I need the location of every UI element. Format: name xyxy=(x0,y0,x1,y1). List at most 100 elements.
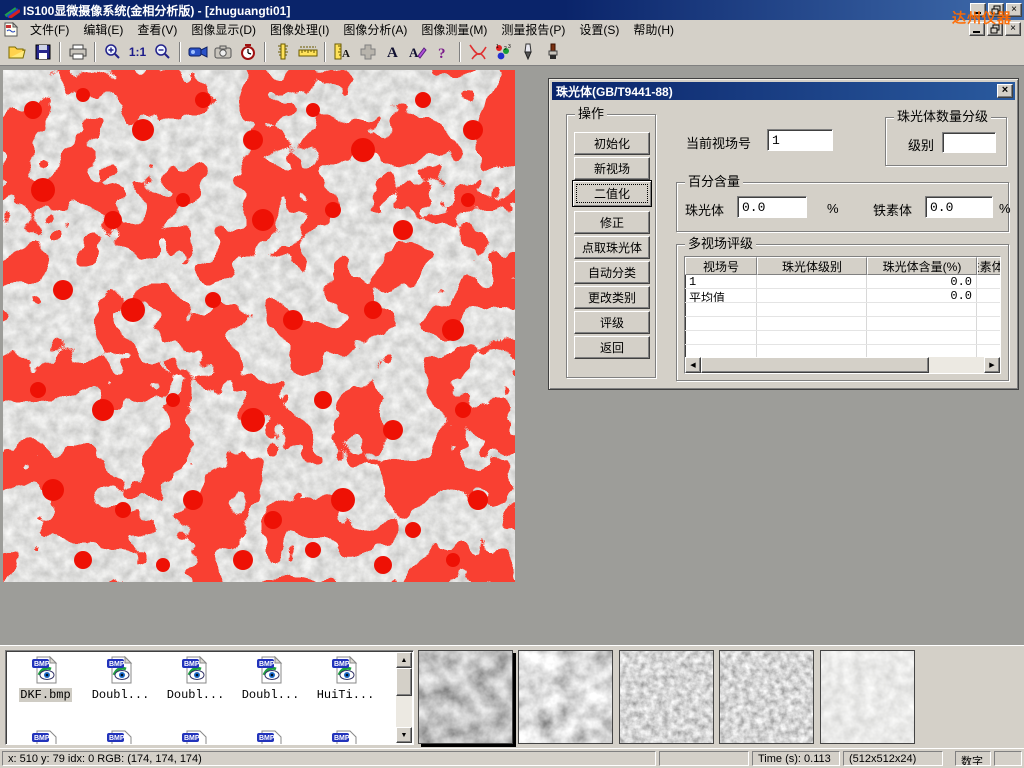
file-item[interactable]: BMP xyxy=(158,727,233,745)
measure-text-button[interactable]: A xyxy=(330,40,355,63)
pen-button[interactable] xyxy=(515,40,540,63)
title-bar: IS100显微摄像系统(金相分析版) - [zhuguangti01] × xyxy=(0,0,1024,20)
dialog-close-button[interactable]: × xyxy=(997,84,1013,98)
micrograph-image[interactable] xyxy=(3,70,515,582)
print-button[interactable] xyxy=(65,40,90,63)
thumbnail-1[interactable] xyxy=(418,650,513,744)
text-a-icon: A xyxy=(386,44,400,59)
dialog-title-bar[interactable]: 珠光体(GB/T9441-88) × xyxy=(552,82,1015,100)
menu-settings[interactable]: 设置(S) xyxy=(572,20,626,39)
scrollbar-track[interactable] xyxy=(929,357,984,373)
file-item[interactable]: BMP Doubl... xyxy=(158,653,233,703)
curve-tool-button[interactable] xyxy=(465,40,490,63)
current-field-input[interactable] xyxy=(767,129,833,151)
bmp-file-icon: BMP xyxy=(331,729,361,745)
init-button[interactable]: 初始化 xyxy=(574,132,650,155)
menu-view[interactable]: 查看(V) xyxy=(130,20,184,39)
bmp-file-icon: BMP xyxy=(31,655,61,685)
table-row[interactable] xyxy=(685,303,1000,317)
thumbnail-2[interactable] xyxy=(518,650,613,744)
table-row[interactable]: 平均值 0.0 xyxy=(685,289,1000,303)
scrollbar-thumb[interactable] xyxy=(396,668,412,696)
video-capture-button[interactable] xyxy=(185,40,210,63)
help-button[interactable]: ? xyxy=(430,40,455,63)
grade-button[interactable]: 评级 xyxy=(574,311,650,334)
binarize-button[interactable]: 二值化 xyxy=(572,180,652,207)
menu-measure-report[interactable]: 测量报告(P) xyxy=(494,20,572,39)
table-horizontal-scrollbar[interactable]: ◀ ▶ xyxy=(685,357,1000,373)
table-row[interactable]: 1 0.0 xyxy=(685,275,1000,289)
file-name[interactable]: DKF.bmp xyxy=(19,688,71,702)
operation-group-label: 操作 xyxy=(575,107,607,121)
text-button[interactable]: A xyxy=(380,40,405,63)
table-row[interactable] xyxy=(685,317,1000,331)
ruler-icon xyxy=(298,46,318,58)
cell xyxy=(757,303,867,316)
level-input[interactable] xyxy=(942,132,996,153)
zoom-out-button[interactable] xyxy=(150,40,175,63)
ferrite-percent-input[interactable] xyxy=(925,196,993,218)
col-ferrite-content[interactable]: 铁素体含量(%) xyxy=(977,257,1001,275)
thumbnail-5[interactable] xyxy=(820,650,915,744)
correct-button[interactable]: 修正 xyxy=(574,211,650,234)
toolbar-separator xyxy=(324,42,326,62)
grading-table[interactable]: 视场号 珠光体级别 珠光体含量(%) 铁素体含量(%) 1 0.0 平均值 0.… xyxy=(684,256,1001,374)
auto-classify-button[interactable]: 自动分类 xyxy=(574,261,650,284)
scroll-left-button[interactable]: ◀ xyxy=(685,357,701,373)
menu-edit[interactable]: 编辑(E) xyxy=(76,20,130,39)
file-list-scrollbar[interactable]: ▲ ▼ xyxy=(396,652,412,743)
file-name[interactable]: Doubl... xyxy=(241,688,301,702)
bmp-file-icon: BMP xyxy=(181,729,211,745)
file-item[interactable]: BMP Doubl... xyxy=(83,653,158,703)
change-class-button[interactable]: 更改类别 xyxy=(574,286,650,309)
file-name[interactable]: Doubl... xyxy=(166,688,226,702)
brush-button[interactable] xyxy=(540,40,565,63)
cell: 0.0 xyxy=(867,289,977,302)
caliper-button[interactable] xyxy=(270,40,295,63)
annotate-edit-button[interactable]: A xyxy=(405,40,430,63)
file-item[interactable]: BMP Doubl... xyxy=(233,653,308,703)
col-pearlite-level[interactable]: 珠光体级别 xyxy=(757,257,867,275)
new-field-button[interactable]: 新视场 xyxy=(574,157,650,180)
file-item[interactable]: BMP xyxy=(83,727,158,745)
timer-button[interactable] xyxy=(235,40,260,63)
menu-image-measure[interactable]: 图像测量(M) xyxy=(414,20,494,39)
scroll-down-button[interactable]: ▼ xyxy=(396,727,412,743)
save-button[interactable] xyxy=(30,40,55,63)
grading-group: 珠光体数量分级 级别 xyxy=(885,117,1007,166)
table-row[interactable] xyxy=(685,331,1000,345)
col-pearlite-content[interactable]: 珠光体含量(%) xyxy=(867,257,977,275)
cell xyxy=(867,303,977,316)
pearlite-percent-input[interactable] xyxy=(737,196,807,218)
file-item[interactable]: BMP HuiTi... xyxy=(308,653,383,703)
pick-pearlite-button[interactable]: 点取珠光体 xyxy=(574,236,650,259)
menu-file[interactable]: 文件(F) xyxy=(23,20,76,39)
thumbnail-3[interactable] xyxy=(619,650,714,744)
return-button[interactable]: 返回 xyxy=(574,336,650,359)
pattern-cross-button[interactable] xyxy=(355,40,380,63)
file-name[interactable]: HuiTi... xyxy=(316,688,376,702)
file-item[interactable]: BMP xyxy=(8,727,83,745)
file-name[interactable]: Doubl... xyxy=(91,688,151,702)
count-points-button[interactable]: 123 xyxy=(490,40,515,63)
menu-help[interactable]: 帮助(H) xyxy=(626,20,681,39)
snapshot-button[interactable] xyxy=(210,40,235,63)
actual-size-button[interactable]: 1:1 xyxy=(125,40,150,63)
zoom-in-button[interactable] xyxy=(100,40,125,63)
scroll-up-button[interactable]: ▲ xyxy=(396,652,412,668)
file-browser-panel: BMP DKF.bmp BMP Doubl... BMP Doubl... BM… xyxy=(0,645,1024,748)
file-item[interactable]: BMP DKF.bmp xyxy=(8,653,83,703)
scroll-right-button[interactable]: ▶ xyxy=(984,357,1000,373)
file-item[interactable]: BMP xyxy=(308,727,383,745)
scrollbar-thumb[interactable] xyxy=(701,357,929,373)
file-list[interactable]: BMP DKF.bmp BMP Doubl... BMP Doubl... BM… xyxy=(5,650,414,745)
thumbnail-4[interactable] xyxy=(719,650,814,744)
menu-image-display[interactable]: 图像显示(D) xyxy=(184,20,263,39)
ruler-button[interactable] xyxy=(295,40,320,63)
open-button[interactable] xyxy=(5,40,30,63)
col-field-no[interactable]: 视场号 xyxy=(685,257,757,275)
curve-icon xyxy=(468,43,488,61)
menu-image-analysis[interactable]: 图像分析(A) xyxy=(336,20,414,39)
file-item[interactable]: BMP xyxy=(233,727,308,745)
menu-image-process[interactable]: 图像处理(I) xyxy=(263,20,336,39)
